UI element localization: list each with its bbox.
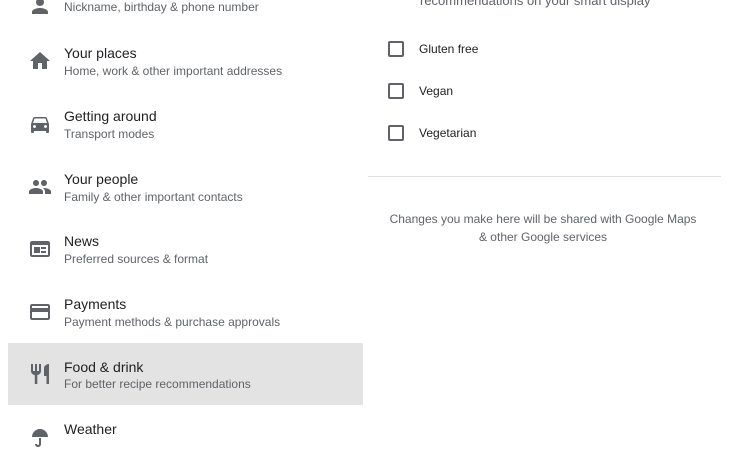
sharing-notice-line: & other Google services xyxy=(478,230,608,244)
sidebar-item-title: Getting around xyxy=(64,108,157,124)
sidebar-item-title: Your people xyxy=(64,171,139,187)
sidebar-item-weather[interactable]: Weather xyxy=(8,412,363,474)
sidebar-item-payments[interactable]: Payments Payment methods & purchase appr… xyxy=(8,287,363,349)
checkbox-gluten-free[interactable] xyxy=(388,41,404,57)
news-icon xyxy=(28,237,52,261)
sidebar-item-subtitle: Payment methods & purchase approvals xyxy=(64,315,281,329)
person-icon xyxy=(28,0,52,18)
checkbox-vegetarian[interactable] xyxy=(388,125,404,141)
dietary-option-label: Vegan xyxy=(419,84,454,98)
sidebar-item-title: Food & drink xyxy=(64,359,144,375)
sidebar-item-about-you[interactable]: Nickname, birthday & phone number xyxy=(8,0,363,36)
dietary-option-label: Gluten free xyxy=(419,42,479,56)
settings-sidebar: Nickname, birthday & phone number Your p… xyxy=(0,0,370,447)
sidebar-item-your-places[interactable]: Your places Home, work & other important… xyxy=(8,36,363,98)
divider xyxy=(368,176,721,177)
weather-icon xyxy=(28,425,52,449)
sharing-notice: Changes you make here will be shared wit… xyxy=(370,210,716,246)
people-icon xyxy=(28,175,52,199)
sidebar-item-subtitle: Transport modes xyxy=(64,127,155,141)
sidebar-item-subtitle: Nickname, birthday & phone number xyxy=(64,0,259,14)
sidebar-item-subtitle: For better recipe recommendations xyxy=(64,377,251,391)
sidebar-item-title: Payments xyxy=(64,296,127,312)
section-description: recommendations on your smart display xyxy=(420,0,651,8)
sidebar-item-title: Weather xyxy=(64,421,117,437)
sidebar-item-getting-around[interactable]: Getting around Transport modes xyxy=(8,99,363,161)
food-preferences-panel: recommendations on your smart display Gl… xyxy=(368,0,740,440)
sidebar-item-subtitle: Preferred sources & format xyxy=(64,252,209,266)
sidebar-item-food-and-drink[interactable]: Food & drink For better recipe recommend… xyxy=(8,343,363,405)
sidebar-item-news[interactable]: News Preferred sources & format xyxy=(8,224,363,286)
restaurant-icon xyxy=(28,362,52,386)
sidebar-item-title: News xyxy=(64,233,100,249)
credit-card-icon xyxy=(28,300,52,324)
home-icon xyxy=(28,49,52,73)
sidebar-item-subtitle: Home, work & other important addresses xyxy=(64,64,283,78)
sidebar-item-title: Your places xyxy=(64,45,137,61)
car-icon xyxy=(28,112,52,136)
checkbox-vegan[interactable] xyxy=(388,83,404,99)
dietary-option-label: Vegetarian xyxy=(419,126,477,140)
sidebar-item-subtitle: Family & other important contacts xyxy=(64,190,243,204)
sharing-notice-line: Changes you make here will be shared wit… xyxy=(389,212,697,226)
sidebar-item-your-people[interactable]: Your people Family & other important con… xyxy=(8,162,363,224)
